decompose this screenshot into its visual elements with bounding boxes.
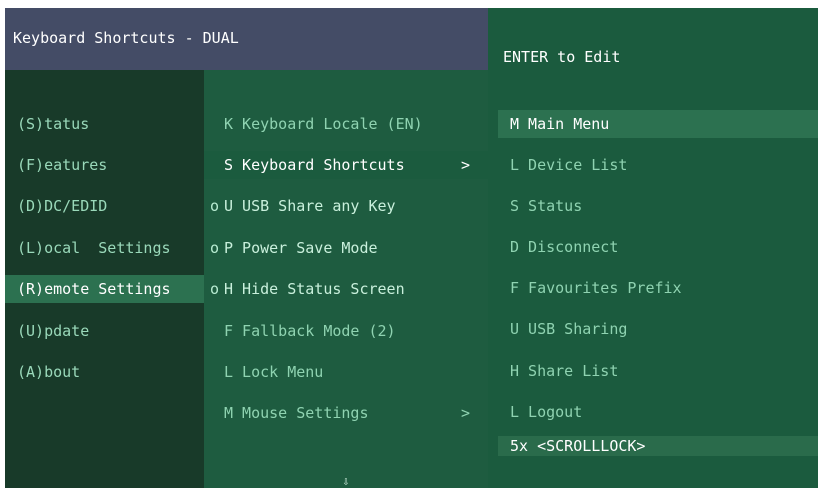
shortcut-item[interactable]: S Status <box>498 192 818 220</box>
title-bar: Keyboard Shortcuts - DUAL <box>5 8 488 70</box>
remote-settings-submenu: ⇩ K Keyboard Locale (EN) S Keyboard Short… <box>204 70 488 488</box>
kvm-osd-screen: Keyboard Shortcuts - DUAL (S)tatus (F)eat… <box>5 8 818 488</box>
shortcut-item[interactable]: H Share List <box>498 357 818 385</box>
submenu-item-label: U USB Share any Key <box>224 197 396 215</box>
main-menu-item[interactable]: (D)DC/EDID <box>5 192 204 220</box>
main-menu-item[interactable]: (L)ocal Settings <box>5 234 204 262</box>
main-menu-item[interactable]: (U)pdate <box>5 317 204 345</box>
submenu-item-label: P Power Save Mode <box>224 239 378 257</box>
submenu-item-label: L Lock Menu <box>224 363 324 381</box>
submenu-item-label: S Keyboard Shortcuts <box>224 156 405 174</box>
hotkey-field[interactable]: 5x <SCROLLLOCK> <box>498 436 818 456</box>
shortcuts-panel: ENTER to Edit 5x <SCROLLLOCK> M Main Men… <box>488 8 818 488</box>
enter-to-edit-hint: ENTER to Edit <box>503 48 621 66</box>
shortcut-item[interactable]: M Main Menu <box>498 110 818 138</box>
enabled-bullet-icon: o <box>210 280 220 298</box>
submenu-item[interactable]: K Keyboard Locale (EN) <box>204 110 488 138</box>
page-title: Keyboard Shortcuts - DUAL <box>13 29 239 47</box>
submenu-item[interactable]: S Keyboard Shortcuts > <box>204 151 488 179</box>
shortcut-item[interactable]: D Disconnect <box>498 233 818 261</box>
submenu-item[interactable]: F Fallback Mode (2) <box>204 317 488 345</box>
shortcut-item[interactable]: F Favourites Prefix <box>498 274 818 302</box>
chevron-right-icon: > <box>460 404 470 422</box>
main-menu: (S)tatus (F)eatures (D)DC/EDID (L)ocal Sett… <box>5 70 204 488</box>
main-menu-item[interactable]: (R)emote Settings <box>5 275 204 303</box>
submenu-item-label: H Hide Status Screen <box>224 280 405 298</box>
chevron-right-icon: > <box>460 156 470 174</box>
submenu-item-label: F Fallback Mode (2) <box>224 322 396 340</box>
main-menu-item[interactable]: (S)tatus <box>5 110 204 138</box>
shortcut-item[interactable]: L Device List <box>498 151 818 179</box>
submenu-item-label: K Keyboard Locale (EN) <box>224 115 423 133</box>
submenu-item[interactable]: oH Hide Status Screen <box>204 275 488 303</box>
submenu-item[interactable]: oP Power Save Mode <box>204 234 488 262</box>
scroll-down-arrow-icon[interactable]: ⇩ <box>339 474 353 488</box>
submenu-item[interactable]: oU USB Share any Key <box>204 192 488 220</box>
main-menu-item[interactable]: (A)bout <box>5 358 204 386</box>
submenu-item[interactable]: L Lock Menu <box>204 358 488 386</box>
submenu-item-label: M Mouse Settings <box>224 404 369 422</box>
shortcut-item[interactable]: L Logout <box>498 398 818 426</box>
main-menu-item[interactable]: (F)eatures <box>5 151 204 179</box>
shortcut-item[interactable]: U USB Sharing <box>498 315 818 343</box>
enabled-bullet-icon: o <box>210 197 220 215</box>
submenu-item[interactable]: M Mouse Settings > <box>204 399 488 427</box>
enabled-bullet-icon: o <box>210 239 220 257</box>
